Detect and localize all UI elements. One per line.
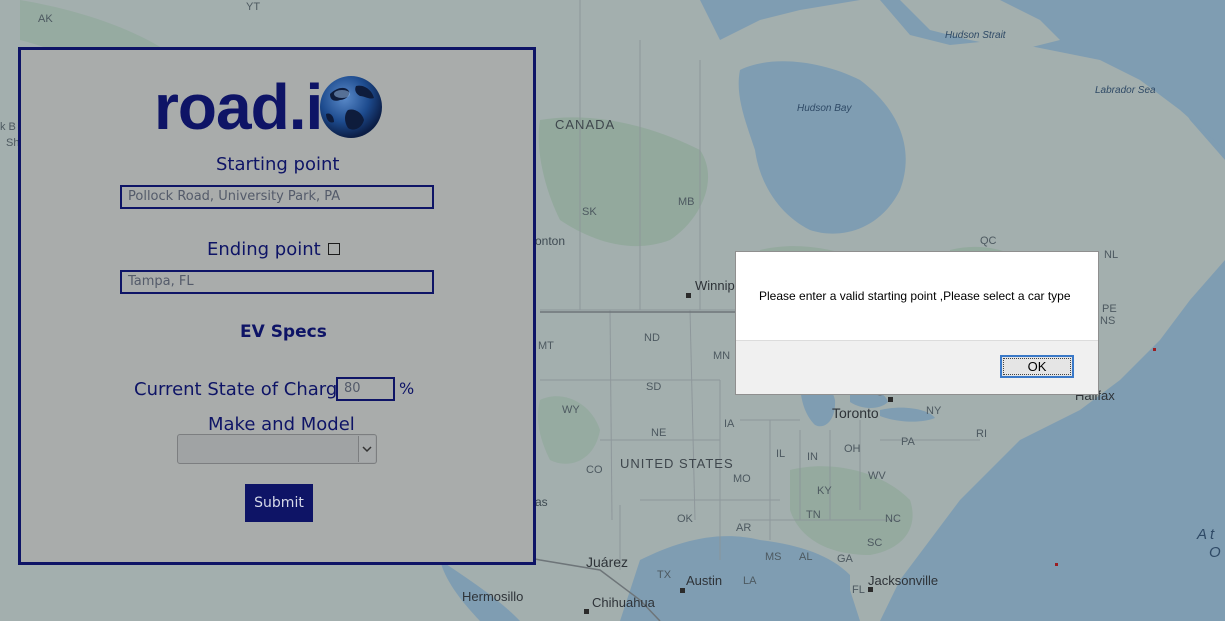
map-label-toronto: Toronto	[832, 405, 879, 421]
percent-unit: %	[399, 379, 415, 398]
map-label-hudson-strait: Hudson Strait	[945, 30, 1006, 41]
map-label-tn: TN	[806, 509, 821, 521]
map-label-winnipeg: Winnip	[695, 278, 735, 293]
map-label-juarez: Juárez	[586, 554, 629, 570]
map-marker-red-2	[1055, 563, 1058, 566]
alert-dialog: Please enter a valid starting point ,Ple…	[735, 251, 1099, 395]
map-label-pa: PA	[901, 436, 915, 448]
map-label-co: CO	[586, 464, 603, 476]
map-label-ms: MS	[765, 551, 782, 563]
map-label-atlantic: At	[1197, 526, 1218, 543]
map-label-al: AL	[799, 551, 813, 563]
map-label-jacksonville: Jacksonville	[868, 573, 939, 588]
map-label-ok: OK	[677, 513, 693, 525]
map-label-ocean-partial: O	[1209, 544, 1224, 561]
starting-point-label: Starting point	[216, 154, 340, 175]
map-label-ak: AK	[38, 13, 53, 25]
map-label-ri: RI	[976, 428, 987, 440]
map-label-wy: WY	[562, 404, 580, 416]
map-label-mb: MB	[678, 196, 695, 208]
ending-point-input[interactable]: Tampa, FL	[120, 270, 434, 294]
map-label-bc-partial-1: k B	[0, 121, 16, 133]
map-label-qc: QC	[980, 235, 997, 247]
map-label-la: LA	[743, 575, 757, 587]
map-label-austin: Austin	[686, 573, 723, 588]
city-dot-chihuahua	[584, 609, 589, 614]
alert-message: Please enter a valid starting point ,Ple…	[759, 289, 1071, 303]
make-model-select[interactable]	[177, 434, 377, 464]
map-label-sd: SD	[646, 381, 662, 393]
map-label-sc: SC	[867, 537, 883, 549]
route-form-panel: road.i Starting point Pollock Road, Univ…	[18, 47, 536, 565]
map-label-mt: MT	[538, 340, 554, 352]
map-label-tx: TX	[657, 569, 672, 581]
ending-point-label: Ending point	[207, 239, 321, 260]
map-label-canada: CANADA	[555, 117, 616, 132]
map-label-labrador-sea: Labrador Sea	[1095, 85, 1156, 96]
starting-point-input[interactable]: Pollock Road, University Park, PA	[120, 185, 434, 209]
map-label-pe: PE	[1102, 303, 1117, 315]
ending-point-checkbox[interactable]	[328, 243, 340, 255]
map-label-united-states: UNITED STATES	[620, 456, 734, 471]
logo-text: road.i	[154, 71, 323, 143]
map-label-fl: FL	[852, 584, 865, 596]
map-label-in: IN	[807, 451, 818, 463]
map-label-yt: YT	[246, 1, 261, 13]
map-label-sk: SK	[582, 206, 597, 218]
map-marker-red	[1153, 348, 1156, 351]
city-dot-winnipeg	[686, 293, 691, 298]
map-label-ne: NE	[651, 427, 667, 439]
map-label-hermosillo: Hermosillo	[462, 589, 524, 604]
map-label-ia: IA	[724, 418, 735, 430]
make-model-label: Make and Model	[208, 414, 355, 435]
map-label-wv: WV	[868, 470, 886, 482]
map-label-ny: NY	[926, 405, 942, 417]
map-label-nc: NC	[885, 513, 901, 525]
globe-icon	[320, 76, 383, 138]
map-label-hudson-bay: Hudson Bay	[797, 103, 852, 114]
map-label-ns: NS	[1100, 315, 1116, 327]
map-label-ga: GA	[837, 553, 853, 565]
ok-focus-ring	[1003, 358, 1071, 375]
map-label-nl: NL	[1104, 249, 1119, 261]
state-of-charge-input[interactable]: 80	[336, 377, 395, 401]
city-dot-austin	[680, 588, 685, 593]
chevron-down-icon[interactable]	[358, 436, 375, 462]
map-label-nd: ND	[644, 332, 660, 344]
ok-button[interactable]: OK	[1000, 355, 1074, 378]
state-of-charge-label: Current State of Charge	[134, 379, 349, 400]
map-label-mn: MN	[713, 350, 731, 362]
map-label-oh: OH	[844, 443, 861, 455]
app-logo: road.i	[154, 72, 384, 142]
alert-message-area: Please enter a valid starting point ,Ple…	[736, 252, 1098, 341]
map-label-ky: KY	[817, 485, 832, 497]
map-label-il: IL	[776, 448, 786, 460]
map-label-ar: AR	[736, 522, 752, 534]
city-dot-toronto	[888, 397, 893, 402]
map-label-ks-partial: as	[535, 495, 548, 509]
map-label-mo: MO	[733, 473, 751, 485]
submit-button[interactable]: Submit	[245, 484, 313, 522]
map-label-edmonton: onton	[535, 234, 566, 248]
ev-specs-title: EV Specs	[240, 322, 327, 342]
map-label-chihuahua: Chihuahua	[592, 595, 655, 610]
city-dot-jacksonville	[868, 587, 873, 592]
